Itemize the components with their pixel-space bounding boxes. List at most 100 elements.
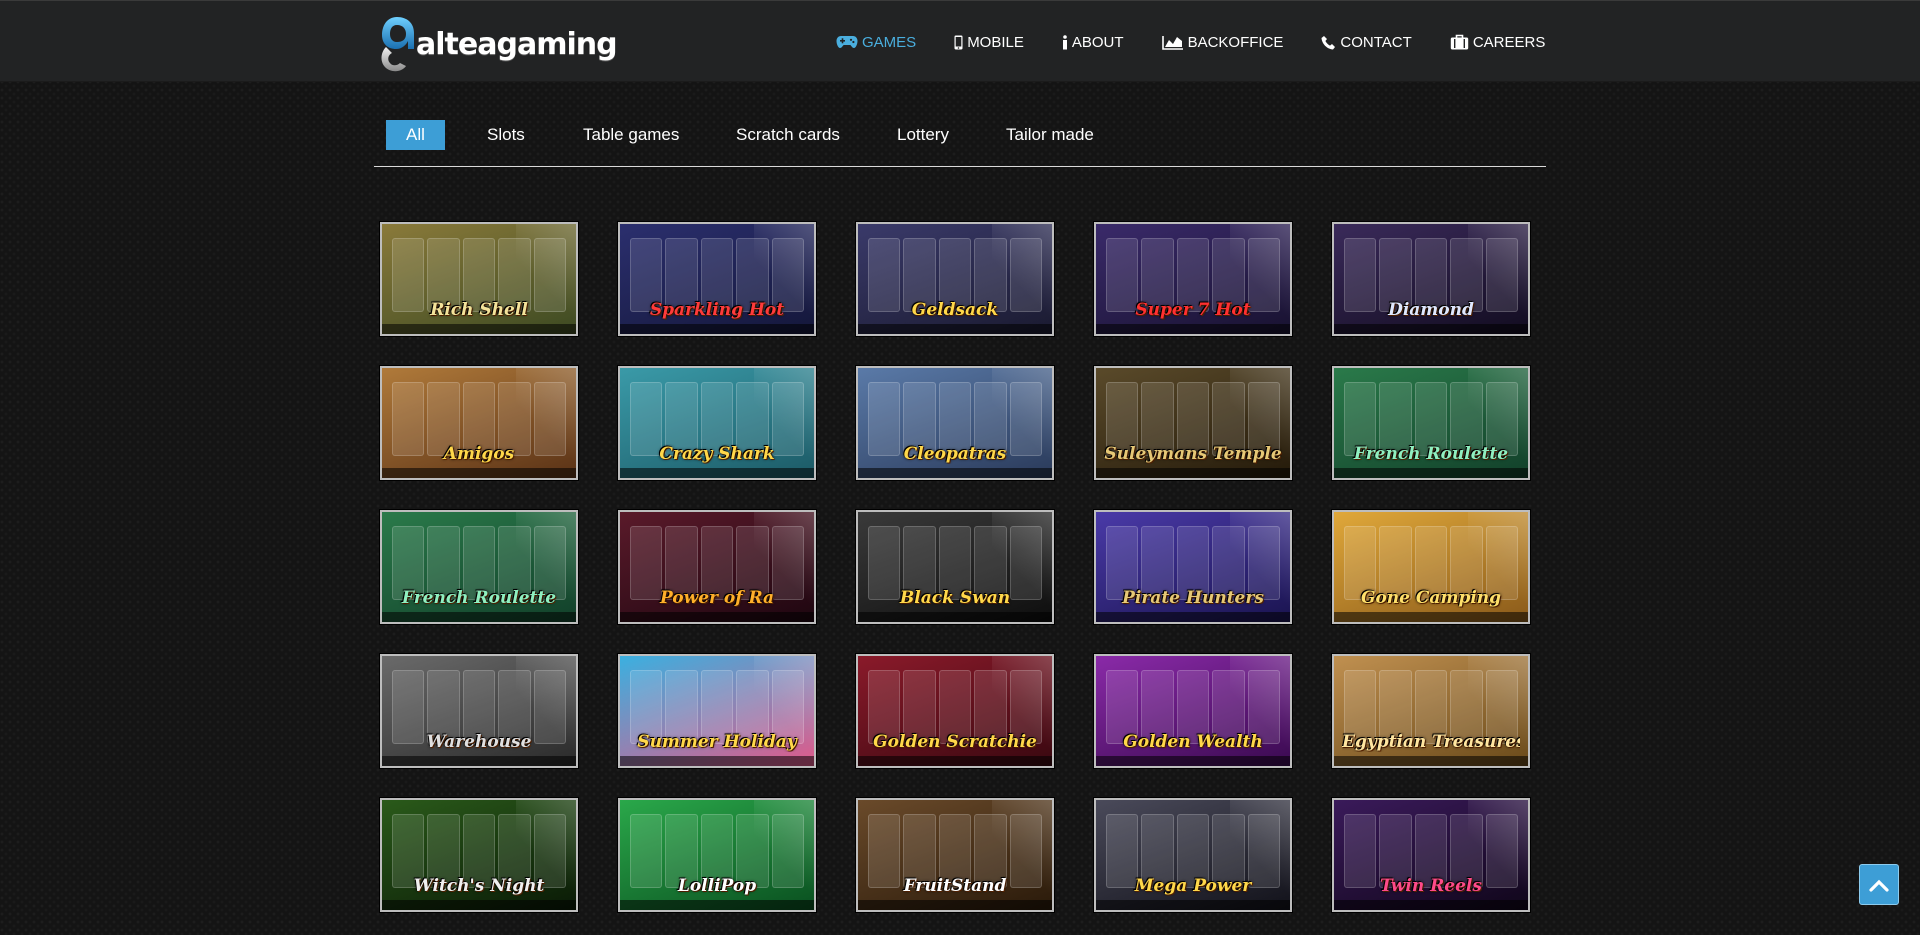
header-bar: alteagaming GAMES MOBILE ABOUT BACKOFFIC… <box>0 0 1920 82</box>
game-thumbnail[interactable]: Cleopatras <box>856 366 1054 480</box>
game-artwork: Twin Reels <box>1334 800 1528 910</box>
gloss-overlay <box>992 224 1052 334</box>
filter-table-games[interactable]: Table games <box>583 120 679 150</box>
gloss-overlay <box>1230 224 1290 334</box>
game-thumbnail[interactable]: Black Swan <box>856 510 1054 624</box>
nav-games-label: GAMES <box>862 33 917 51</box>
nav-mobile-label: MOBILE <box>967 33 1024 51</box>
gloss-overlay <box>754 368 814 478</box>
chevron-up-icon <box>1869 879 1889 892</box>
game-artwork: Mega Power <box>1096 800 1290 910</box>
game-thumbnail[interactable]: Twin Reels <box>1332 798 1530 912</box>
nav-careers-label: CAREERS <box>1472 33 1546 51</box>
filter-scratch-cards[interactable]: Scratch cards <box>736 120 840 150</box>
game-artwork: Golden Scratchie <box>858 656 1052 766</box>
mobile-icon <box>954 35 963 49</box>
gloss-overlay <box>1230 512 1290 622</box>
game-artwork: Crazy Shark <box>620 368 814 478</box>
game-thumbnail[interactable]: Diamond <box>1332 222 1530 336</box>
game-thumbnail[interactable]: LolliPop <box>618 798 816 912</box>
filter-all[interactable]: All <box>386 120 445 150</box>
altea-gaming-logo[interactable]: alteagaming <box>378 11 618 73</box>
nav-about-label: ABOUT <box>1071 33 1124 51</box>
game-thumbnail[interactable]: Warehouse <box>380 654 578 768</box>
game-thumbnail[interactable]: FruitStand <box>856 798 1054 912</box>
nav-careers[interactable]: CAREERS <box>1450 33 1546 51</box>
gloss-overlay <box>516 800 576 910</box>
game-artwork: Rich Shell <box>382 224 576 334</box>
game-artwork: Summer Holiday <box>620 656 814 766</box>
gloss-overlay <box>754 656 814 766</box>
gloss-overlay <box>516 512 576 622</box>
game-thumbnail[interactable]: Rich Shell <box>380 222 578 336</box>
game-artwork: LolliPop <box>620 800 814 910</box>
game-thumbnail[interactable]: Amigos <box>380 366 578 480</box>
gloss-overlay <box>754 512 814 622</box>
gloss-overlay <box>754 800 814 910</box>
gloss-overlay <box>1230 368 1290 478</box>
filter-tailor-made[interactable]: Tailor made <box>1006 120 1094 150</box>
game-artwork: Power of Ra <box>620 512 814 622</box>
info-icon <box>1062 34 1067 49</box>
nav-backoffice[interactable]: BACKOFFICE <box>1161 33 1284 51</box>
game-thumbnail[interactable]: Witch's Night <box>380 798 578 912</box>
game-thumbnail[interactable]: Super 7 Hot <box>1094 222 1292 336</box>
game-artwork: Egyptian Treasures <box>1334 656 1528 766</box>
game-thumbnail[interactable]: French Roulette <box>1332 366 1530 480</box>
game-thumbnail[interactable]: Egyptian Treasures <box>1332 654 1530 768</box>
game-artwork: Geldsack <box>858 224 1052 334</box>
area-chart-icon <box>1161 35 1183 50</box>
game-thumbnail[interactable]: Gone Camping <box>1332 510 1530 624</box>
game-thumbnail[interactable]: Crazy Shark <box>618 366 816 480</box>
game-artwork: French Roulette <box>1334 368 1528 478</box>
gloss-overlay <box>1468 368 1528 478</box>
gloss-overlay <box>1468 656 1528 766</box>
game-artwork: Pirate Hunters <box>1096 512 1290 622</box>
game-artwork: Super 7 Hot <box>1096 224 1290 334</box>
game-artwork: Golden Wealth <box>1096 656 1290 766</box>
game-artwork: French Roulette <box>382 512 576 622</box>
main-nav: GAMES MOBILE ABOUT BACKOFFICE CONTACT CA… <box>836 31 1545 53</box>
game-thumbnail[interactable]: French Roulette <box>380 510 578 624</box>
nav-games[interactable]: GAMES <box>836 34 916 51</box>
game-thumbnail[interactable]: Mega Power <box>1094 798 1292 912</box>
gloss-overlay <box>992 368 1052 478</box>
game-artwork: Cleopatras <box>858 368 1052 478</box>
gloss-overlay <box>516 224 576 334</box>
gloss-overlay <box>1468 512 1528 622</box>
game-thumbnail[interactable]: Geldsack <box>856 222 1054 336</box>
gloss-overlay <box>992 656 1052 766</box>
game-artwork: Diamond <box>1334 224 1528 334</box>
game-artwork: Black Swan <box>858 512 1052 622</box>
scroll-to-top-button[interactable] <box>1859 864 1899 905</box>
game-category-filters: All Slots Table games Scratch cards Lott… <box>374 110 1546 167</box>
filter-lottery[interactable]: Lottery <box>897 120 949 150</box>
game-thumbnail[interactable]: Summer Holiday <box>618 654 816 768</box>
logo-wordmark: alteagaming <box>416 26 618 62</box>
gloss-overlay <box>516 368 576 478</box>
nav-contact[interactable]: CONTACT <box>1321 33 1412 51</box>
game-artwork: Amigos <box>382 368 576 478</box>
nav-backoffice-label: BACKOFFICE <box>1187 33 1284 51</box>
gloss-overlay <box>754 224 814 334</box>
gloss-overlay <box>516 656 576 766</box>
game-thumbnail[interactable]: Sparkling Hot <box>618 222 816 336</box>
game-thumbnail[interactable]: Pirate Hunters <box>1094 510 1292 624</box>
game-thumbnail[interactable]: Suleymans Temple <box>1094 366 1292 480</box>
nav-mobile[interactable]: MOBILE <box>954 34 1024 51</box>
game-thumbnail[interactable]: Power of Ra <box>618 510 816 624</box>
game-artwork: Suleymans Temple <box>1096 368 1290 478</box>
game-thumbnail[interactable]: Golden Scratchie <box>856 654 1054 768</box>
nav-contact-label: CONTACT <box>1340 33 1412 51</box>
nav-about[interactable]: ABOUT <box>1062 34 1124 51</box>
game-artwork: FruitStand <box>858 800 1052 910</box>
gloss-overlay <box>1230 800 1290 910</box>
phone-icon <box>1321 35 1336 49</box>
game-thumbnail[interactable]: Golden Wealth <box>1094 654 1292 768</box>
game-artwork: Witch's Night <box>382 800 576 910</box>
gloss-overlay <box>1468 800 1528 910</box>
gamepad-icon <box>836 36 858 48</box>
filter-slots[interactable]: Slots <box>487 120 525 150</box>
game-artwork: Sparkling Hot <box>620 224 814 334</box>
logo-mark-icon <box>378 13 414 72</box>
